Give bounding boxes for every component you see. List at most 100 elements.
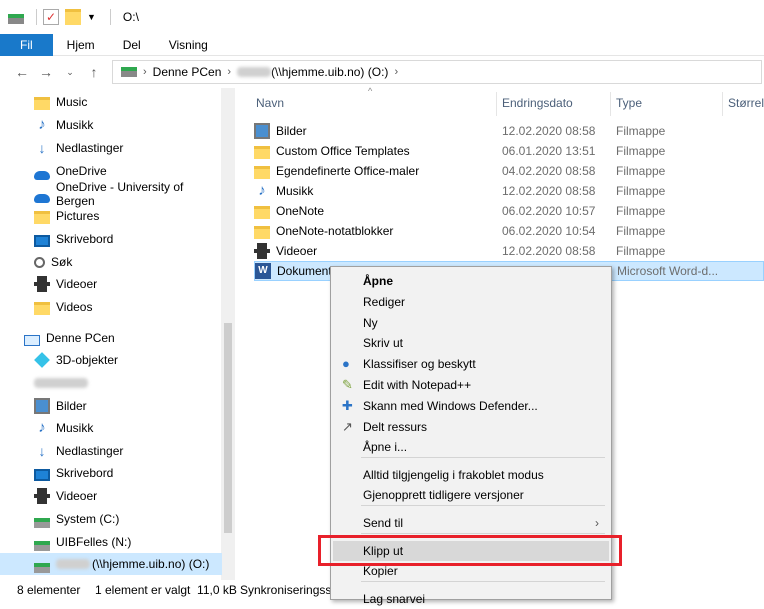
nav-item[interactable]: Videoer [0,485,222,507]
chevron-right-icon[interactable]: › [143,66,147,78]
tab-home[interactable]: Hjem [53,34,109,56]
qat-dropdown-icon[interactable]: ▼ [87,12,96,22]
forward-arrow-icon[interactable]: → [34,64,58,80]
nav-item-label: Pictures [56,209,100,223]
nav-item-label: Skrivebord [56,466,114,480]
blurred-username [237,67,272,77]
menu-item[interactable]: ✎ Edit with Notepad++ [333,375,609,395]
pic-icon [34,398,50,414]
column-name[interactable]: Navn [256,96,284,110]
nav-item[interactable]: Søk [0,251,222,273]
nav-item[interactable]: OneDrive [0,160,222,182]
menu-item-label: Delt ressurs [363,420,428,434]
highlight-annotation [318,535,622,566]
nav-item[interactable] [0,372,222,394]
file-type: Filmappe [616,184,666,198]
nav-item[interactable]: System (C:) [0,508,222,530]
up-arrow-icon[interactable]: ↑ [82,64,106,80]
chevron-right-icon[interactable]: › [227,66,231,78]
nav-item-label: Søk [51,255,73,269]
nav-item[interactable]: OneDrive - University of Bergen [0,180,222,208]
menu-item-label: Send til [363,516,404,530]
column-date[interactable]: Endringsdato [502,96,573,110]
nav-scrollbar-thumb[interactable] [224,323,232,533]
menu-item[interactable]: Åpne [333,271,609,291]
nav-item[interactable]: Videoer [0,273,222,295]
recent-dropdown-icon[interactable]: ⌄ [58,67,82,78]
back-arrow-icon[interactable]: ← [10,64,34,80]
file-row[interactable]: OneNote-notatblokker 06.02.2020 10:54 Film… [254,221,764,241]
file-name: Egendefinerte Office-maler [276,164,420,178]
menu-item[interactable]: ✚ Skann med Windows Defender... [333,396,609,416]
file-row[interactable]: Videoer 12.02.2020 08:58 Filmappe [254,241,764,261]
menu-item-label: Edit with Notepad++ [363,378,472,392]
nav-item[interactable]: ♪ Musikk [0,114,222,136]
desk-icon [34,469,50,481]
nav-item[interactable]: (\\hjemme.uib.no) (O:) [0,553,222,575]
chevron-right-icon[interactable]: › [394,66,398,78]
nav-item-label: Nedlastinger [56,444,124,458]
folder-icon [254,165,270,179]
menu-separator [361,533,605,534]
menu-item[interactable]: Åpne i... [333,437,609,457]
notepad-icon: ✎ [342,377,353,392]
menu-item[interactable]: Lag snarvei [333,589,609,609]
new-folder-icon[interactable] [65,9,81,25]
file-date: 04.02.2020 08:58 [502,164,596,178]
nav-item[interactable]: ↓ Nedlastinger [0,440,222,462]
menu-item[interactable]: Rediger [333,292,609,312]
tab-share[interactable]: Del [109,34,155,56]
film-icon [254,243,270,259]
menu-item[interactable]: ↗ Delt ressurs [333,417,609,437]
blurred-username-icon [34,378,88,388]
file-row[interactable]: OneNote 06.02.2020 10:57 Filmappe [254,201,764,221]
address-bar[interactable]: › Denne PCen › (\\hjemme.uib.no) (O:) › [112,60,762,84]
file-row[interactable]: Custom Office Templates 06.01.2020 13:51 F… [254,141,764,161]
nav-item[interactable]: Bilder [0,395,222,417]
drive-icon [34,541,50,551]
nav-item-label: OneDrive [56,164,107,178]
tab-view[interactable]: Visning [155,34,222,56]
menu-item[interactable]: Gjenopprett tidligere versjoner [333,485,609,505]
column-separator[interactable] [610,92,611,116]
file-name: Custom Office Templates [276,144,410,158]
breadcrumb-drive[interactable]: (\\hjemme.uib.no) (O:) [271,65,388,79]
file-row[interactable]: Bilder 12.02.2020 08:58 Filmappe [254,121,764,141]
breadcrumb-this-pc[interactable]: Denne PCen [153,65,222,79]
file-name: OneNote [276,204,325,218]
tab-file[interactable]: Fil [0,34,53,56]
nav-item[interactable]: Skrivebord [0,228,222,250]
nav-item-label: System (C:) [56,512,120,526]
menu-item-label: Klassifiser og beskytt [363,357,476,371]
ribbon-tabs: Fil Hjem Del Visning [0,34,764,56]
drive-icon[interactable] [8,14,24,24]
nav-item[interactable]: Videos [0,296,222,318]
properties-icon[interactable]: ✓ [43,9,59,25]
nav-item[interactable]: Denne PCen [0,327,222,349]
nav-item-label: (\\hjemme.uib.no) (O:) [92,557,210,571]
nav-item-label: Videoer [56,489,98,503]
nav-item[interactable]: ↓ Nedlastinger [0,137,222,159]
nav-item[interactable]: Skrivebord [0,462,222,484]
nav-item[interactable]: UIBFelles (N:) [0,531,222,553]
folder-icon [34,210,50,224]
menu-item[interactable]: Skriv ut [333,333,609,353]
column-size[interactable]: Størrels [728,96,764,110]
file-date: 12.02.2020 08:58 [502,244,596,258]
pc-icon [24,334,40,346]
nav-item-label: Musikk [56,118,94,132]
menu-item[interactable]: Alltid tilgjengelig i frakoblet modus [333,465,609,485]
nav-item[interactable]: Pictures [0,205,222,227]
column-separator[interactable] [496,92,497,116]
menu-item[interactable]: ● Klassifiser og beskytt [333,354,609,374]
file-row[interactable]: ♪ Musikk 12.02.2020 08:58 Filmappe [254,181,764,201]
menu-item-label: Kopier [363,564,398,578]
nav-item[interactable]: 3D-objekter [0,349,222,371]
menu-item[interactable]: Ny [333,313,609,333]
file-row[interactable]: Egendefinerte Office-maler 04.02.2020 08:… [254,161,764,181]
column-type[interactable]: Type [616,96,642,110]
nav-item[interactable]: Music [0,91,222,113]
column-separator[interactable] [722,92,723,116]
nav-item[interactable]: ♪ Musikk [0,417,222,439]
menu-item[interactable]: Send til › [333,513,609,533]
